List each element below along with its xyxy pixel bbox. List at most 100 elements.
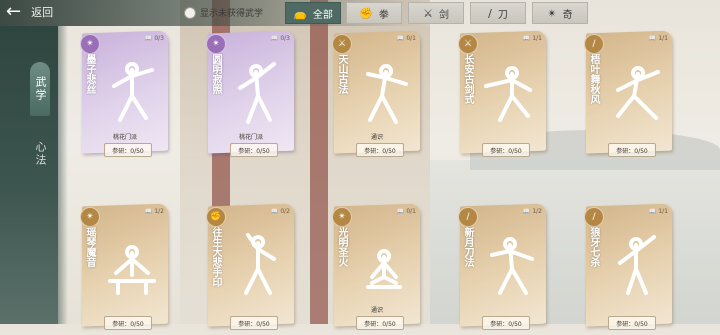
owned-count-value: 0/3 [154, 35, 164, 42]
skill-card[interactable]: ✊ 📖 0/2 往生大悲手印参研：0/50 [206, 203, 294, 335]
tab-martial-arts[interactable]: 武学 [30, 62, 50, 116]
book-icon: 📖 [648, 35, 657, 42]
skill-card[interactable]: ⚔ 📖 1/1 长安古剑式 参研：0/50 [458, 30, 546, 162]
skill-card[interactable]: ✴ 📖 0/1 光明圣火 通识 参研：0/50 [332, 203, 420, 335]
sidebar-edge [58, 26, 68, 324]
research-progress[interactable]: 参研：0/50 [608, 316, 656, 330]
blade-icon: ∕ [584, 207, 604, 227]
top-bar: ← 返回 显示未获得武学 👝 全部 ✊ 拳 ⚔ 剑 ∕ 刀 ✴ 奇 [0, 0, 720, 26]
martial-artist-figure [104, 229, 160, 301]
book-icon: 📖 [144, 35, 153, 42]
research-progress[interactable]: 参研：0/50 [356, 316, 404, 330]
skill-name: 狼牙七杀 [588, 227, 599, 267]
skill-card[interactable]: ∕ 📖 1/1 梧叶舞秋风参研：0/50 [584, 30, 672, 162]
filter-label: 刀 [497, 9, 508, 21]
owned-count-value: 1/1 [532, 35, 542, 42]
owned-count: 📖 0/3 [145, 35, 164, 42]
owned-count-value: 1/2 [154, 208, 164, 215]
owned-count-value: 1/1 [658, 35, 668, 42]
book-icon: 📖 [648, 208, 657, 215]
owned-count: 📖 0/1 [397, 35, 416, 42]
filter-label: 全部 [312, 9, 333, 21]
skill-name: 往生大悲手印 [210, 227, 221, 287]
skill-source: 通识 [370, 134, 383, 141]
bag-icon: 👝 [293, 6, 307, 20]
sword-icon: ⚔ [332, 34, 352, 54]
background-pillar [310, 0, 328, 324]
show-unobtained-label: 显示未获得武学 [200, 9, 264, 19]
filter-label: 拳 [378, 9, 389, 21]
skill-source: 桃花门派 [112, 134, 137, 141]
owned-count: 📖 0/1 [397, 208, 416, 215]
skill-card[interactable]: ✴ 📖 0/3 圆明寂照 桃花门派 参研：0/50 [206, 30, 294, 162]
research-progress[interactable]: 参研：0/50 [104, 316, 152, 330]
left-sidebar: 武学 心法 [0, 26, 58, 324]
show-unobtained-checkbox[interactable] [184, 6, 196, 19]
book-icon: 📖 [522, 208, 531, 215]
skill-name: 瑶琴魔音 [84, 227, 95, 267]
blade-icon: ∕ [584, 34, 604, 54]
shuriken-icon: ✴ [80, 207, 100, 227]
research-progress[interactable]: 参研：0/50 [482, 316, 530, 330]
filter-fist[interactable]: ✊ 拳 [346, 2, 402, 24]
skill-name: 圆明寂照 [210, 54, 221, 94]
owned-count-value: 0/1 [406, 35, 416, 42]
martial-artist-figure [104, 56, 160, 128]
skill-source: 桃花门派 [238, 134, 263, 141]
filter-all[interactable]: 👝 全部 [285, 2, 341, 24]
owned-count: 📖 0/2 [271, 208, 290, 215]
martial-artist-figure [608, 56, 664, 128]
skill-name: 墨子悲丝 [84, 54, 95, 94]
owned-count-value: 1/2 [532, 208, 542, 215]
blade-icon: ∕ [488, 6, 492, 20]
fist-icon: ✊ [359, 6, 373, 20]
martial-artist-figure [482, 56, 538, 128]
back-label: 返回 [31, 6, 54, 19]
show-unobtained-toggle[interactable]: 显示未获得武学 [184, 6, 263, 19]
book-icon: 📖 [270, 208, 279, 215]
research-progress[interactable]: 参研：0/50 [104, 143, 152, 157]
back-button[interactable]: ← 返回 [6, 3, 53, 21]
skill-card[interactable]: ∕ 📖 1/1 狼牙七杀参研：0/50 [584, 203, 672, 335]
martial-artist-figure [608, 229, 664, 301]
filter-label: 剑 [438, 9, 449, 21]
filter-sword[interactable]: ⚔ 剑 [408, 2, 464, 24]
research-progress[interactable]: 参研：0/50 [356, 143, 404, 157]
skill-card[interactable]: ⚔ 📖 0/1 天山古法通识参研：0/50 [332, 30, 420, 162]
owned-count-value: 0/3 [280, 35, 290, 42]
fist-icon: ✊ [206, 207, 226, 227]
skill-card[interactable]: ✴ 📖 1/2 瑶琴魔音参研：0/50 [80, 203, 168, 335]
tab-mind-methods[interactable]: 心法 [30, 134, 50, 174]
shuriken-icon: ✴ [547, 6, 557, 20]
research-progress[interactable]: 参研：0/50 [230, 316, 278, 330]
arrow-left-icon: ← [6, 1, 22, 22]
book-icon: 📖 [396, 208, 405, 215]
owned-count: 📖 1/1 [649, 208, 668, 215]
filter-odd[interactable]: ✴ 奇 [532, 2, 588, 24]
skill-name: 光明圣火 [336, 227, 347, 267]
skill-name: 天山古法 [336, 54, 347, 94]
owned-count: 📖 1/2 [523, 208, 542, 215]
martial-artist-figure [356, 56, 412, 128]
martial-artist-figure [356, 229, 412, 301]
research-progress[interactable]: 参研：0/50 [608, 143, 656, 157]
shuriken-icon: ✴ [80, 34, 100, 54]
skill-card[interactable]: ✴ 📖 0/3 墨子悲丝桃花门派参研：0/50 [80, 30, 168, 162]
skill-card[interactable]: ∕ 📖 1/2 新月刀法参研：0/50 [458, 203, 546, 335]
owned-count-value: 1/1 [658, 208, 668, 215]
owned-count: 📖 1/1 [649, 35, 668, 42]
book-icon: 📖 [270, 35, 279, 42]
research-progress[interactable]: 参研：0/50 [482, 143, 530, 157]
research-progress[interactable]: 参研：0/50 [230, 143, 278, 157]
book-icon: 📖 [396, 35, 405, 42]
blade-icon: ∕ [458, 207, 478, 227]
martial-artist-figure [230, 229, 286, 301]
filter-blade[interactable]: ∕ 刀 [470, 2, 526, 24]
skill-name: 梧叶舞秋风 [588, 54, 599, 104]
skill-source: 通识 [370, 307, 383, 314]
owned-count: 📖 0/3 [271, 35, 290, 42]
book-icon: 📖 [144, 208, 153, 215]
skill-name: 新月刀法 [462, 227, 473, 267]
owned-count: 📖 1/1 [523, 35, 542, 42]
filter-label: 奇 [562, 9, 573, 21]
